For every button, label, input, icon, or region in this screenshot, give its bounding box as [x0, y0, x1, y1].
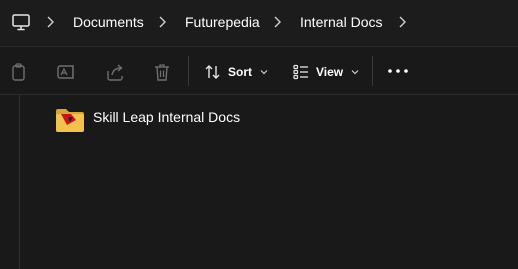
chevron-down-icon	[260, 70, 268, 75]
address-bar[interactable]: Documents Futurepedia Internal Docs	[0, 0, 518, 46]
copy-icon[interactable]	[8, 61, 30, 83]
toolbar-divider	[188, 56, 189, 86]
breadcrumb-futurepedia[interactable]: Futurepedia	[185, 13, 260, 31]
breadcrumb-documents[interactable]: Documents	[73, 13, 144, 31]
this-pc-icon[interactable]	[11, 12, 31, 32]
file-explorer-window: Documents Futurepedia Internal Docs Sort…	[0, 0, 518, 269]
view-label: View	[316, 65, 344, 79]
view-button[interactable]: View	[292, 59, 359, 85]
sort-icon	[205, 65, 220, 79]
folder-icon	[56, 109, 84, 132]
command-bar: Sort View	[0, 46, 518, 95]
chevron-right-icon[interactable]	[397, 15, 407, 29]
navigation-pane-border	[19, 95, 20, 269]
rename-icon[interactable]	[56, 61, 78, 83]
chevron-right-icon[interactable]	[272, 15, 282, 29]
chevron-down-icon	[351, 70, 359, 75]
file-name: Skill Leap Internal Docs	[93, 109, 241, 125]
chevron-right-icon[interactable]	[45, 15, 55, 29]
chevron-right-icon[interactable]	[157, 15, 167, 29]
delete-icon[interactable]	[151, 61, 173, 83]
toolbar-divider	[372, 56, 373, 86]
list-item[interactable]: Skill Leap Internal Docs	[54, 105, 240, 135]
view-list-icon	[293, 64, 308, 80]
more-options-icon[interactable]	[386, 67, 410, 75]
sort-button[interactable]: Sort	[204, 59, 268, 85]
share-icon[interactable]	[104, 61, 126, 83]
file-list-pane: Skill Leap Internal Docs	[0, 95, 518, 269]
sort-label: Sort	[228, 65, 252, 79]
breadcrumb-internal-docs[interactable]: Internal Docs	[300, 13, 382, 31]
